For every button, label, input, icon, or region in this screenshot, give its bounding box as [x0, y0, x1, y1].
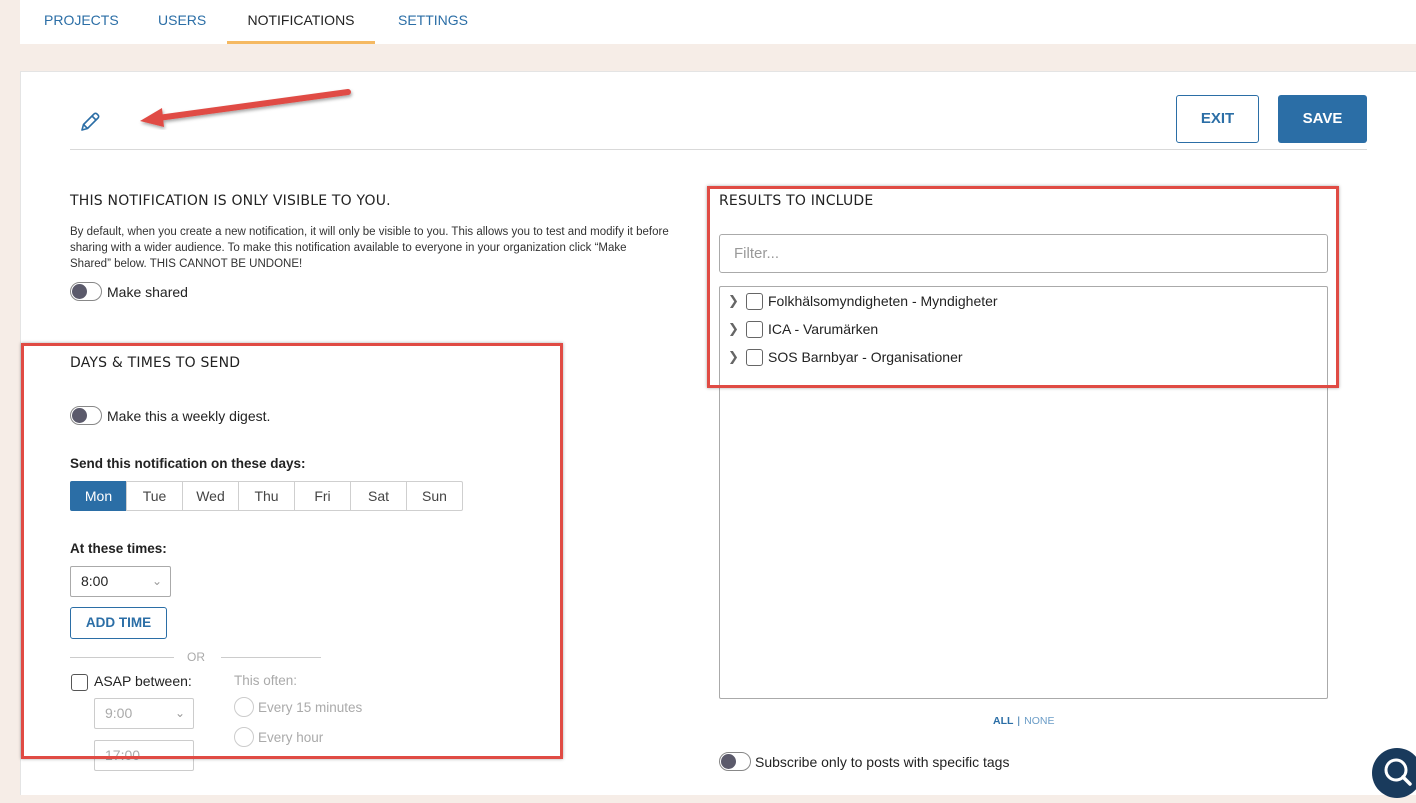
select-all-link[interactable]: ALL: [993, 715, 1013, 727]
make-shared-toggle[interactable]: [70, 282, 102, 301]
tab-settings[interactable]: SETTINGS: [398, 0, 468, 44]
annotation-box-schedule: [21, 343, 563, 759]
header-divider: [70, 149, 1367, 150]
select-all-none: ALL | NONE: [993, 715, 1055, 727]
top-navigation: PROJECTS USERS NOTIFICATIONS SETTINGS: [20, 0, 1416, 44]
tab-projects[interactable]: PROJECTS: [44, 0, 119, 44]
annotation-box-results: [707, 186, 1339, 388]
visibility-title: THIS NOTIFICATION IS ONLY VISIBLE TO YOU…: [70, 193, 391, 209]
tab-users[interactable]: USERS: [158, 0, 206, 44]
save-button[interactable]: SAVE: [1278, 95, 1367, 143]
tags-toggle[interactable]: [719, 752, 751, 771]
tags-toggle-label: Subscribe only to posts with specific ta…: [755, 754, 1010, 770]
tab-notifications[interactable]: NOTIFICATIONS: [227, 0, 375, 44]
all-none-separator: |: [1017, 715, 1021, 727]
visibility-description: By default, when you create a new notifi…: [70, 226, 669, 270]
arrow-annotation-icon: [130, 80, 360, 130]
make-shared-label: Make shared: [107, 284, 188, 300]
exit-button[interactable]: EXIT: [1176, 95, 1259, 143]
select-none-link[interactable]: NONE: [1024, 715, 1054, 727]
pencil-icon[interactable]: [78, 110, 102, 134]
search-chat-icon[interactable]: [1372, 748, 1416, 798]
